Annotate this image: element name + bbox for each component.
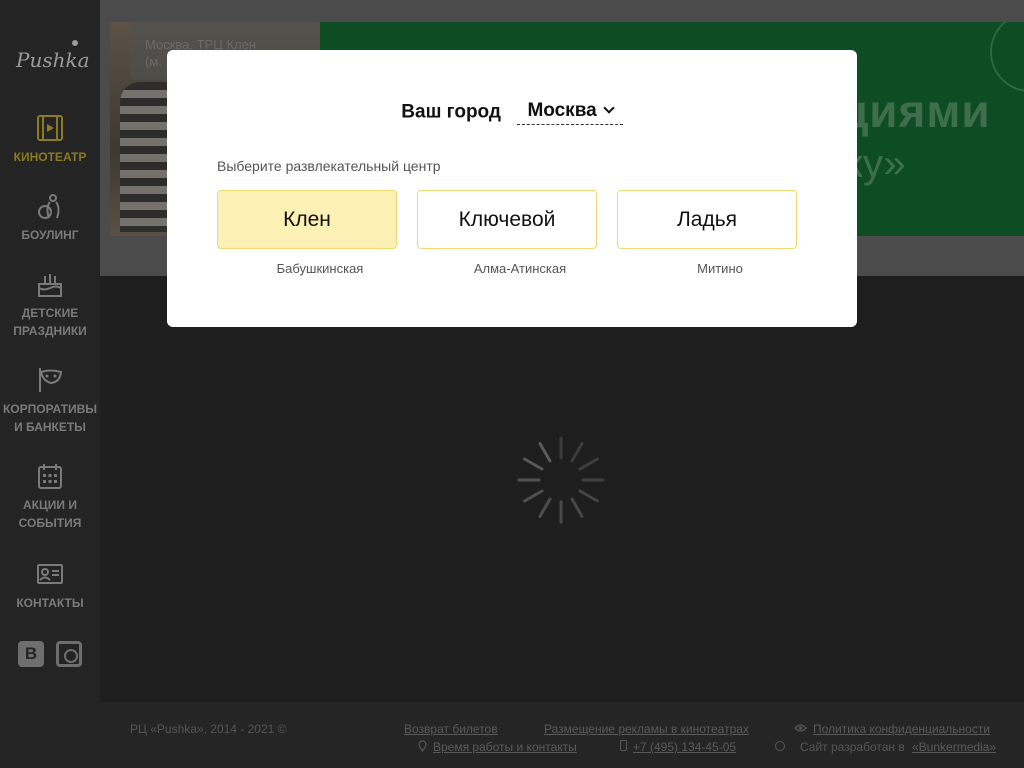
- phone-icon: [620, 740, 627, 754]
- city-label: Ваш город: [401, 101, 501, 123]
- footer: РЦ «Pushka», 2014 - 2021 © Возврат билет…: [100, 702, 1024, 768]
- sidebar: Pushka КИНОТЕАТР БОУЛИНГ ДЕТСКИЕ ПРАЗДНИ…: [0, 0, 100, 768]
- footer-dev-link[interactable]: «Bunkermedia»: [912, 740, 996, 754]
- footer-privacy-link[interactable]: Политика конфиденциальности: [813, 722, 990, 736]
- calendar-icon: [38, 464, 62, 489]
- city-select-modal: Ваш город Москва Выберите развлекательны…: [167, 50, 857, 327]
- contact-card-icon: [37, 564, 63, 584]
- sidebar-item-contacts[interactable]: КОНТАКТЫ: [0, 560, 100, 612]
- footer-dev-text: Сайт разработан в: [800, 740, 905, 754]
- footer-copyright: РЦ «Pushka», 2014 - 2021 ©: [130, 722, 287, 736]
- footer-refund-link[interactable]: Возврат билетов: [404, 722, 498, 736]
- footer-phone-link[interactable]: +7 (495) 134-45-05: [633, 740, 736, 754]
- sidebar-item-corporate[interactable]: КОРПОРАТИВЫ И БАНКЕТЫ: [0, 366, 100, 436]
- eye-icon: [794, 722, 807, 736]
- chevron-down-icon: [603, 102, 615, 114]
- film-icon: [37, 115, 63, 141]
- sidebar-item-label: КИНОТЕАТР: [13, 150, 87, 164]
- metro-label: Алма-Атинская: [473, 261, 567, 276]
- bowling-icon: [38, 194, 60, 219]
- center-button-ladya[interactable]: Ладья: [617, 190, 797, 249]
- banner-decoration: [990, 22, 1024, 92]
- logo[interactable]: Pushka: [16, 40, 90, 74]
- logo-text: Pushka: [16, 48, 90, 72]
- sidebar-item-kids-parties[interactable]: ДЕТСКИЕ ПРАЗДНИКИ: [0, 270, 100, 340]
- sidebar-item-label: БОУЛИНГ: [21, 228, 79, 242]
- banner-headline: циями: [840, 85, 991, 137]
- metro-label: Митино: [697, 261, 743, 276]
- metro-label: Бабушкинская: [276, 261, 364, 276]
- modal-subtitle: Выберите развлекательный центр: [217, 158, 441, 174]
- footer-ads-link[interactable]: Размещение рекламы в кинотеатрах: [544, 722, 749, 736]
- sidebar-item-label: АКЦИИ И СОБЫТИЯ: [18, 498, 82, 530]
- sidebar-item-cinema[interactable]: КИНОТЕАТР: [0, 114, 100, 166]
- city-dropdown[interactable]: Москва: [517, 100, 623, 125]
- center-button-klyuchevoy[interactable]: Ключевой: [417, 190, 597, 249]
- footer-hours-link[interactable]: Время работы и контакты: [433, 740, 577, 754]
- mask-icon: [39, 368, 63, 392]
- sidebar-item-label: КОРПОРАТИВЫ И БАНКЕТЫ: [2, 402, 97, 434]
- cake-icon: [38, 274, 62, 297]
- sidebar-item-events[interactable]: АКЦИИ И СОБЫТИЯ: [0, 462, 100, 532]
- location-metro: (м.: [145, 54, 162, 69]
- instagram-icon[interactable]: [56, 641, 82, 667]
- city-value: Москва: [527, 100, 597, 121]
- city-row: Ваш город Москва: [167, 100, 857, 125]
- map-pin-icon: [418, 740, 427, 755]
- sidebar-item-label: ДЕТСКИЕ ПРАЗДНИКИ: [13, 306, 87, 338]
- vk-icon[interactable]: B: [18, 641, 44, 667]
- social-links: B: [18, 641, 82, 669]
- loading-spinner-icon: [517, 436, 605, 524]
- bunkermedia-logo-icon: [775, 739, 793, 753]
- sidebar-item-bowling[interactable]: БОУЛИНГ: [0, 192, 100, 244]
- center-button-klen[interactable]: Клен: [217, 190, 397, 249]
- logo-dot: [72, 40, 78, 46]
- sidebar-item-label: КОНТАКТЫ: [16, 596, 84, 610]
